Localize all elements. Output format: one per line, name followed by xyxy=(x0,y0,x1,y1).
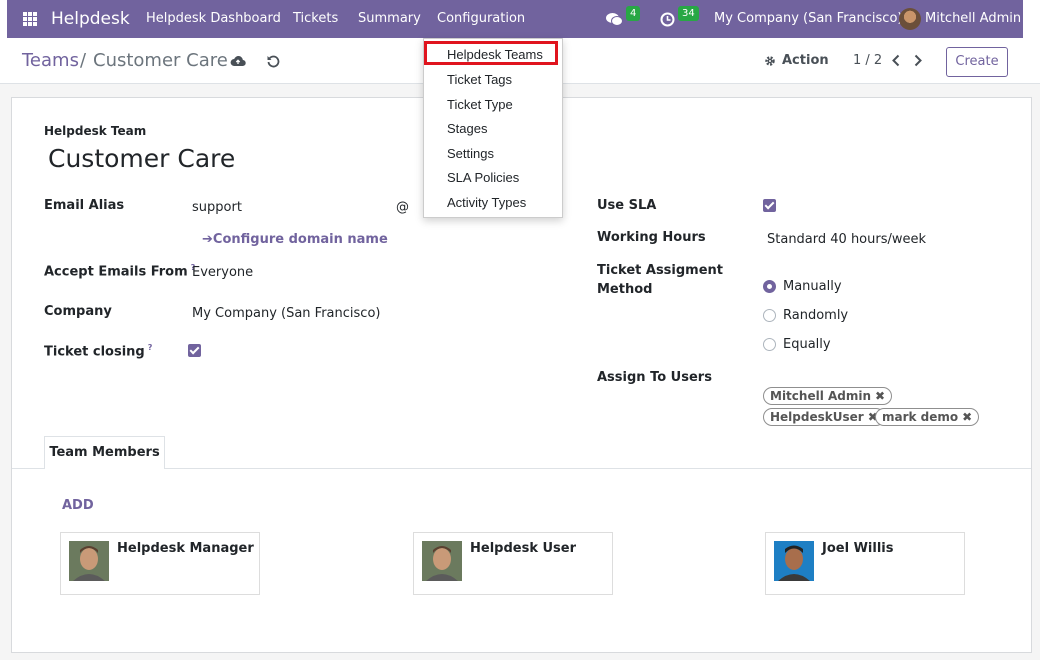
discard-icon[interactable] xyxy=(266,54,280,68)
activities-count-badge: 34 xyxy=(678,6,699,21)
user-tag-mitchell-admin: Mitchell Admin ✖ xyxy=(763,387,893,405)
create-button[interactable]: Create xyxy=(946,47,1008,77)
menu-item-stages[interactable]: Stages xyxy=(447,121,487,136)
assign-users-label: Assign To Users xyxy=(597,370,712,385)
company-select[interactable]: My Company (San Francisco) xyxy=(192,306,380,321)
breadcrumb-teams[interactable]: Teams xyxy=(22,50,79,71)
team-label: Helpdesk Team xyxy=(44,124,147,138)
assignment-method-label-1: Ticket Assigment xyxy=(597,263,724,278)
member-name: Joel Willis xyxy=(822,541,894,556)
clock-icon[interactable] xyxy=(660,12,675,27)
ticket-closing-label: Ticket closing? xyxy=(44,343,153,360)
radio-equally[interactable] xyxy=(763,338,776,351)
menu-item-sla-policies[interactable]: SLA Policies xyxy=(447,170,519,185)
save-cloud-icon[interactable] xyxy=(230,55,246,67)
arrow-right-icon: ➔ xyxy=(202,232,213,247)
use-sla-checkbox[interactable] xyxy=(763,199,776,212)
at-sign: @ xyxy=(396,200,409,215)
email-alias-label: Email Alias xyxy=(44,198,125,213)
user-menu[interactable]: Mitchell Admin xyxy=(925,0,1021,38)
company-label: Company xyxy=(44,304,112,319)
messages-count-badge: 4 xyxy=(626,6,641,21)
email-alias-input[interactable]: support xyxy=(192,200,242,215)
tab-team-members[interactable]: Team Members xyxy=(44,436,165,469)
menu-item-activity-types[interactable]: Activity Types xyxy=(447,195,526,210)
member-name: Helpdesk User xyxy=(470,541,577,556)
assignment-method-label-2: Method xyxy=(597,282,653,297)
accept-emails-select[interactable]: Everyone xyxy=(192,265,253,280)
breadcrumb-separator: / xyxy=(80,50,87,71)
user-tag-helpdeskuser: HelpdeskUser ✖ xyxy=(763,408,885,426)
option-equally-label: Equally xyxy=(783,337,831,352)
option-randomly-label: Randomly xyxy=(783,308,849,323)
configure-domain-link[interactable]: ➔Configure domain name xyxy=(202,232,388,247)
radio-randomly[interactable] xyxy=(763,309,776,322)
remove-tag-icon[interactable]: ✖ xyxy=(875,389,885,403)
option-manually-label: Manually xyxy=(783,279,842,294)
configuration-dropdown: Helpdesk Teams Ticket Tags Ticket Type S… xyxy=(423,38,563,218)
chevron-left-icon[interactable] xyxy=(891,54,901,67)
user-avatar[interactable] xyxy=(899,8,921,30)
working-hours-select[interactable]: Standard 40 hours/week xyxy=(767,232,926,247)
working-hours-label: Working Hours xyxy=(597,230,706,245)
breadcrumb-current: Customer Care xyxy=(93,50,228,71)
action-button[interactable]: Action xyxy=(782,53,829,68)
member-avatar xyxy=(69,541,109,581)
menu-helpdesk-dashboard[interactable]: Helpdesk Dashboard xyxy=(146,0,281,38)
member-card[interactable]: Helpdesk Manager xyxy=(60,532,260,595)
chat-icon[interactable] xyxy=(606,12,623,27)
gear-icon[interactable] xyxy=(764,55,776,67)
top-navbar: Helpdesk Helpdesk Dashboard Tickets Summ… xyxy=(7,0,1023,38)
menu-item-ticket-tags[interactable]: Ticket Tags xyxy=(447,72,512,87)
use-sla-label: Use SLA xyxy=(597,198,657,213)
member-name: Helpdesk Manager xyxy=(117,541,254,556)
accept-emails-label: Accept Emails From? xyxy=(44,263,196,280)
apps-menu-icon[interactable] xyxy=(23,12,37,26)
radio-manually[interactable] xyxy=(763,280,776,293)
member-card[interactable]: Helpdesk User xyxy=(413,532,613,595)
user-tag-mark-demo: mark demo ✖ xyxy=(875,408,980,426)
menu-configuration[interactable]: Configuration xyxy=(437,0,525,38)
member-avatar xyxy=(774,541,814,581)
team-name-field[interactable]: Customer Care xyxy=(48,144,235,173)
add-member-button[interactable]: ADD xyxy=(62,498,94,513)
member-avatar xyxy=(422,541,462,581)
menu-summary[interactable]: Summary xyxy=(358,0,421,38)
remove-tag-icon[interactable]: ✖ xyxy=(962,410,972,424)
app-name[interactable]: Helpdesk xyxy=(51,0,130,38)
menu-item-helpdesk-teams[interactable]: Helpdesk Teams xyxy=(447,47,543,62)
menu-item-settings[interactable]: Settings xyxy=(447,146,494,161)
member-card[interactable]: Joel Willis xyxy=(765,532,965,595)
ticket-closing-checkbox[interactable] xyxy=(188,344,201,357)
menu-item-ticket-type[interactable]: Ticket Type xyxy=(447,97,513,112)
company-switcher[interactable]: My Company (San Francisco) xyxy=(714,0,902,38)
pager-value[interactable]: 1 / 2 xyxy=(853,53,882,68)
menu-tickets[interactable]: Tickets xyxy=(293,0,338,38)
chevron-right-icon[interactable] xyxy=(913,54,923,67)
help-icon[interactable]: ? xyxy=(148,343,153,352)
